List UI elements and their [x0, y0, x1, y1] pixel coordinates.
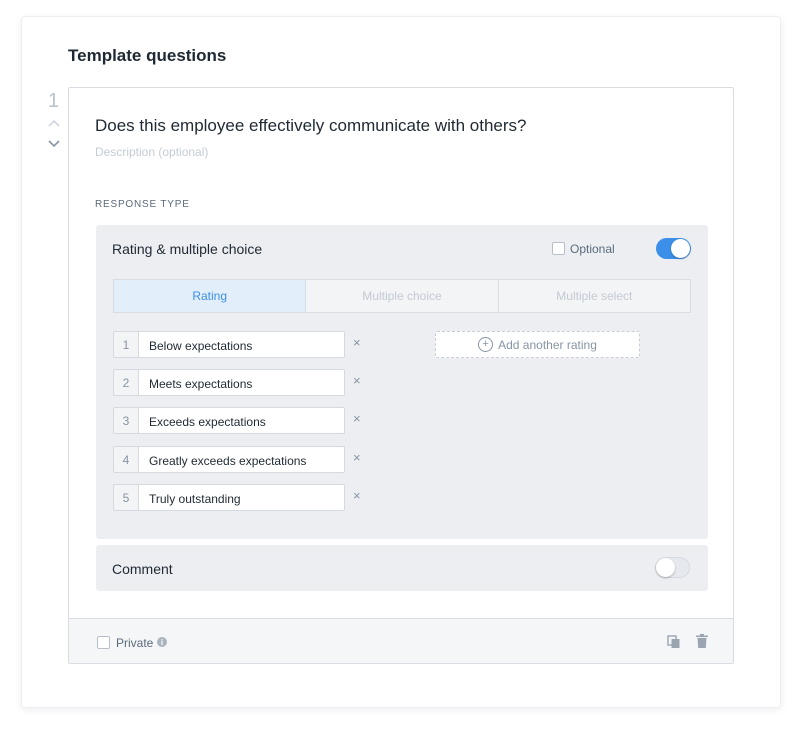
question-number: 1 [48, 90, 60, 112]
rating-number: 3 [113, 407, 139, 434]
rating-number: 4 [113, 446, 139, 473]
section-title: Template questions [68, 46, 227, 65]
remove-rating-icon[interactable]: × [353, 373, 361, 388]
add-rating-label: Add another rating [498, 337, 597, 352]
rating-input[interactable]: Greatly exceeds expectations [139, 446, 345, 473]
private-checkbox[interactable] [97, 636, 110, 649]
comment-toggle[interactable] [655, 557, 690, 578]
remove-rating-icon[interactable]: × [353, 450, 361, 465]
description-input[interactable]: Description (optional) [95, 145, 208, 159]
optional-label[interactable]: Optional [570, 242, 615, 256]
tab-multiple-select[interactable]: Multiple select [499, 280, 690, 312]
trash-icon[interactable] [696, 634, 708, 648]
comment-title: Comment [112, 561, 173, 577]
rating-input[interactable]: Truly outstanding [139, 484, 345, 511]
toggle-knob [656, 558, 675, 577]
private-label[interactable]: Private [116, 636, 153, 650]
toggle-knob [671, 239, 690, 258]
remove-rating-icon[interactable]: × [353, 335, 361, 350]
remove-rating-icon[interactable]: × [353, 488, 361, 503]
response-tabs: Rating Multiple choice Multiple select [113, 279, 691, 313]
add-rating-button[interactable]: + Add another rating [435, 331, 640, 358]
tab-rating[interactable]: Rating [114, 280, 307, 312]
rating-number: 5 [113, 484, 139, 511]
rating-multiple-choice-panel: Rating & multiple choice Optional Rating… [96, 225, 708, 539]
optional-checkbox[interactable] [552, 242, 565, 255]
tab-multiple-choice[interactable]: Multiple choice [306, 280, 499, 312]
response-type-label: RESPONSE TYPE [95, 199, 190, 210]
copy-icon[interactable] [667, 635, 681, 649]
plus-circle-icon: + [478, 337, 494, 352]
question-title[interactable]: Does this employee effectively communica… [95, 116, 527, 136]
question-card: Does this employee effectively communica… [68, 87, 734, 664]
question-footer: Private i [69, 618, 733, 663]
chevron-up-icon[interactable] [46, 118, 62, 130]
comment-panel: Comment [96, 545, 708, 591]
chevron-down-icon[interactable] [46, 137, 62, 149]
remove-rating-icon[interactable]: × [353, 411, 361, 426]
response-title: Rating & multiple choice [112, 241, 263, 257]
rating-number: 2 [113, 369, 139, 396]
rating-input[interactable]: Meets expectations [139, 369, 345, 396]
info-icon[interactable]: i [157, 637, 167, 647]
rating-input[interactable]: Below expectations [139, 331, 345, 358]
rating-number: 1 [113, 331, 139, 358]
response-toggle[interactable] [656, 238, 691, 259]
rating-input[interactable]: Exceeds expectations [139, 407, 345, 434]
